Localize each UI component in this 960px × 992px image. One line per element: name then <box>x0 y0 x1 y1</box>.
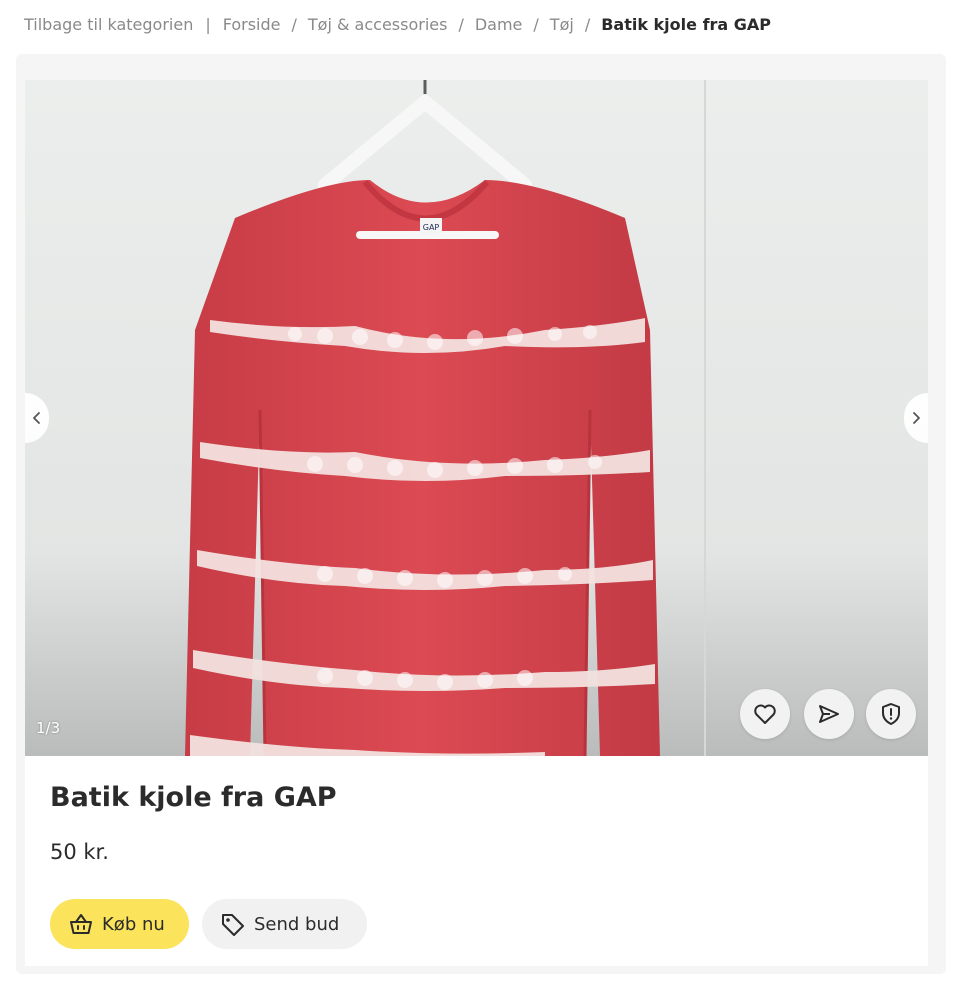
breadcrumb-item-women[interactable]: Dame <box>475 15 523 34</box>
chevron-left-icon <box>33 412 40 424</box>
heart-icon <box>754 704 776 724</box>
breadcrumb-current: Batik kjole fra GAP <box>601 14 772 34</box>
breadcrumb-separator: / <box>458 14 464 34</box>
product-photo[interactable]: GAP <box>25 80 928 756</box>
listing-title: Batik kjole fra GAP <box>50 782 337 813</box>
breadcrumb-item-clothing[interactable]: Tøj <box>550 15 574 34</box>
send-bid-label: Send bud <box>254 913 340 935</box>
share-button[interactable] <box>804 689 854 739</box>
garment-tag-text: GAP <box>423 223 440 232</box>
basket-icon <box>70 914 92 934</box>
breadcrumb-separator: / <box>291 14 297 34</box>
breadcrumb-separator: / <box>533 14 539 34</box>
buy-now-label: Køb nu <box>102 913 165 935</box>
listing-price: 50 kr. <box>50 840 109 864</box>
send-icon <box>819 705 839 723</box>
favorite-button[interactable] <box>740 689 790 739</box>
breadcrumb-divider: | <box>205 14 211 34</box>
buy-now-button[interactable]: Køb nu <box>50 899 189 949</box>
send-bid-button[interactable]: Send bud <box>202 899 367 949</box>
breadcrumb-item-clothing-accessories[interactable]: Tøj & accessories <box>308 15 448 34</box>
garment-image: GAP <box>25 80 928 756</box>
breadcrumb-item-home[interactable]: Forside <box>223 15 281 34</box>
report-button[interactable] <box>866 689 916 739</box>
breadcrumb: Tilbage til kategorien | Forside / Tøj &… <box>24 10 771 38</box>
tag-icon <box>222 914 244 936</box>
chevron-right-icon <box>913 412 920 424</box>
listing-details: Batik kjole fra GAP 50 kr. Køb nu Send b… <box>25 756 928 966</box>
breadcrumb-separator: / <box>584 14 591 34</box>
image-counter: 1/3 <box>36 719 61 737</box>
back-to-category-link[interactable]: Tilbage til kategorien <box>24 15 193 34</box>
shield-alert-icon <box>882 703 900 725</box>
